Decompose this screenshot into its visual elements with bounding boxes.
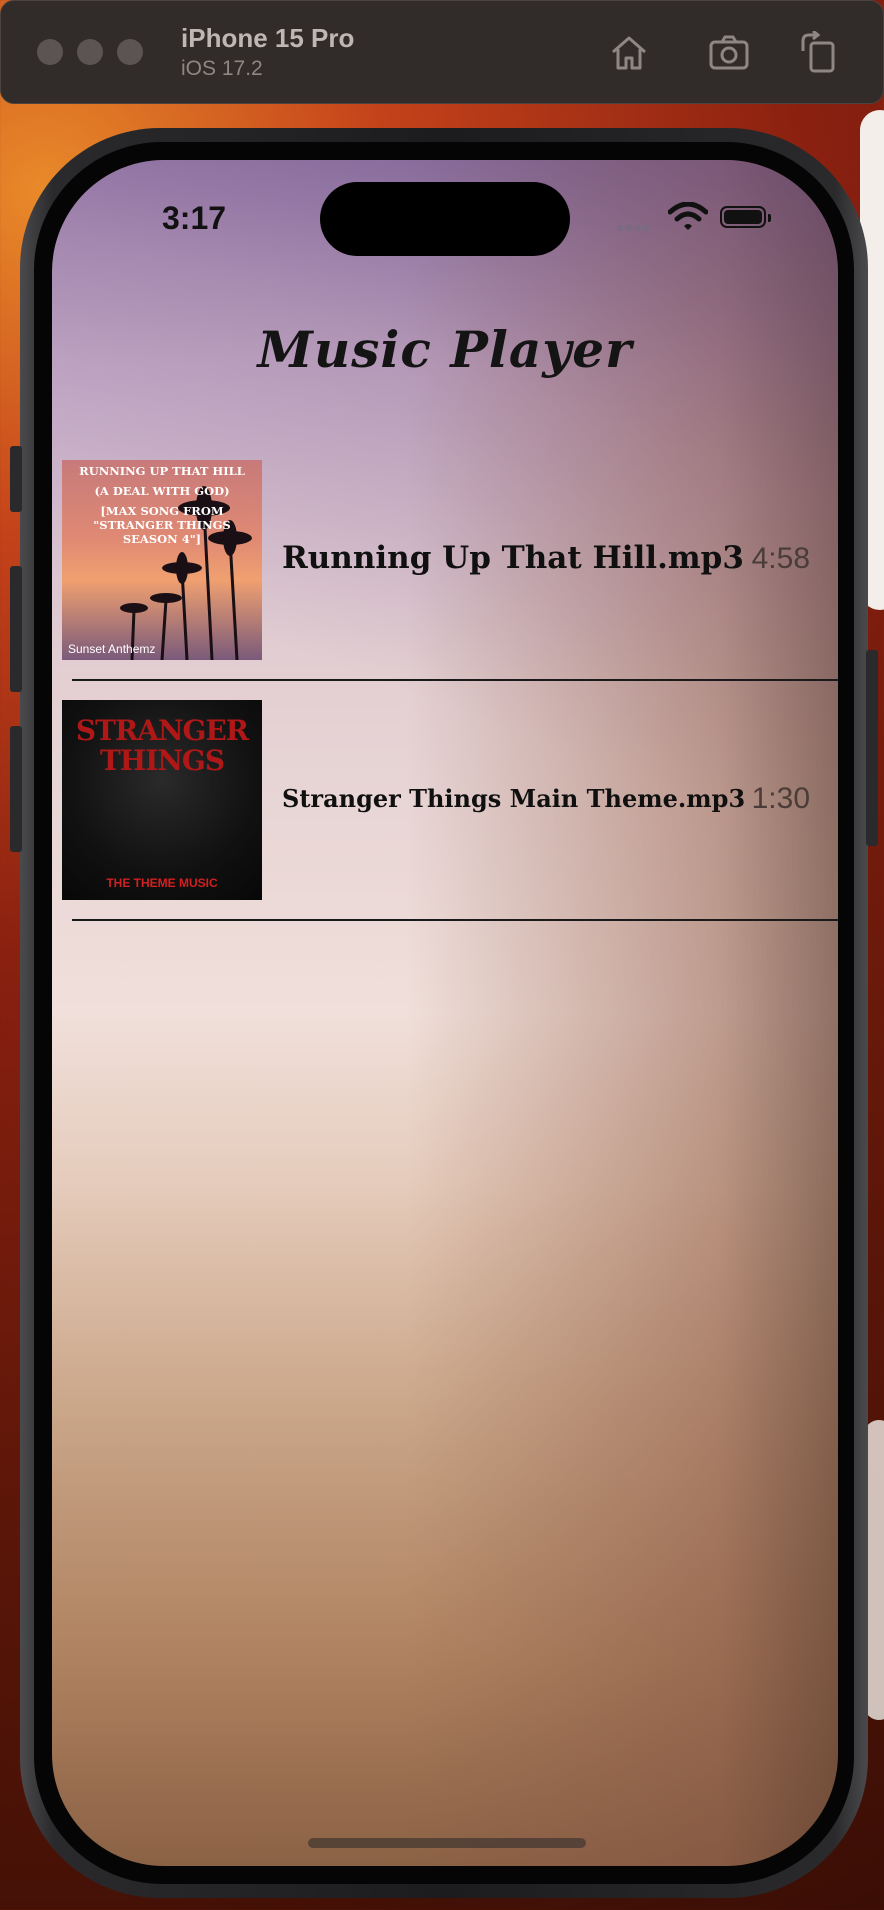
zoom-window-button[interactable] bbox=[117, 39, 143, 65]
phone-screen: 3:17 Music Player RUNNING UP THAT HILL (… bbox=[52, 160, 838, 1866]
album-artwork: RUNNING UP THAT HILL (A DEAL WITH GOD) [… bbox=[62, 460, 262, 660]
close-window-button[interactable] bbox=[37, 39, 63, 65]
song-title: Running Up That Hill.mp3 bbox=[282, 540, 744, 576]
home-icon[interactable] bbox=[607, 31, 651, 75]
artwork-text: RUNNING UP THAT HILL (A DEAL WITH GOD) [… bbox=[79, 464, 245, 546]
home-indicator[interactable] bbox=[308, 1838, 586, 1848]
action-button[interactable] bbox=[10, 446, 22, 512]
device-name: iPhone 15 Pro bbox=[181, 23, 355, 53]
volume-up-button[interactable] bbox=[10, 566, 22, 692]
cellular-signal-icon bbox=[617, 218, 653, 236]
list-item[interactable]: RUNNING UP THAT HILL (A DEAL WITH GOD) [… bbox=[52, 460, 838, 660]
dynamic-island bbox=[320, 182, 570, 256]
screenshot-icon[interactable] bbox=[707, 31, 751, 75]
volume-down-button[interactable] bbox=[10, 726, 22, 852]
list-item[interactable]: STRANGER THINGS THE THEME MUSIC Stranger… bbox=[52, 700, 838, 900]
rotate-icon[interactable] bbox=[797, 31, 841, 75]
artwork-title: STRANGER THINGS bbox=[75, 714, 249, 777]
song-title: Stranger Things Main Theme.mp3 bbox=[282, 784, 746, 813]
page-title: Music Player bbox=[257, 320, 633, 379]
artwork-artist: Sunset Anthemz bbox=[68, 642, 156, 656]
os-version: iOS 17.2 bbox=[181, 57, 263, 80]
simulator-title-bar: iPhone 15 Pro iOS 17.2 bbox=[0, 0, 884, 104]
row-separator bbox=[72, 919, 838, 921]
status-time: 3:17 bbox=[162, 200, 227, 236]
song-duration: 1:30 bbox=[751, 782, 810, 815]
wifi-icon bbox=[668, 202, 708, 230]
minimize-window-button[interactable] bbox=[77, 39, 103, 65]
row-separator bbox=[72, 679, 838, 681]
song-duration: 4:58 bbox=[751, 542, 810, 575]
artwork-subtitle: THE THEME MUSIC bbox=[106, 876, 218, 890]
battery-icon bbox=[720, 206, 771, 228]
album-artwork: STRANGER THINGS THE THEME MUSIC bbox=[62, 700, 262, 900]
power-button[interactable] bbox=[866, 650, 878, 846]
